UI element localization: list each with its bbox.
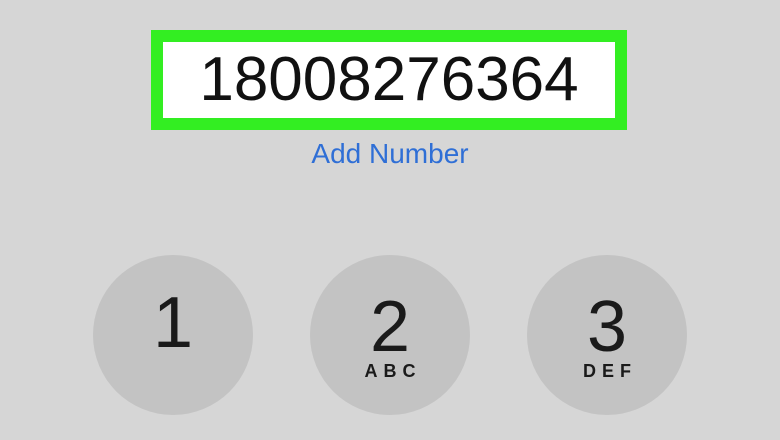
phone-dialer: 18008276364 Add Number 1 2 ABC 3 DEF [0,0,780,440]
keypad-key-2[interactable]: 2 ABC [310,255,470,415]
dialed-number-display: 18008276364 [151,30,627,130]
keypad-key-3[interactable]: 3 DEF [527,255,687,415]
add-number-link[interactable]: Add Number [240,137,540,171]
keypad-key-1[interactable]: 1 [93,255,253,415]
key-letters: ABC [364,361,422,381]
key-letters: DEF [583,361,637,381]
key-digit: 1 [152,283,194,363]
key-digit: 2 [369,287,411,367]
key-digit: 3 [586,287,628,367]
dialed-number-text: 18008276364 [199,45,579,114]
